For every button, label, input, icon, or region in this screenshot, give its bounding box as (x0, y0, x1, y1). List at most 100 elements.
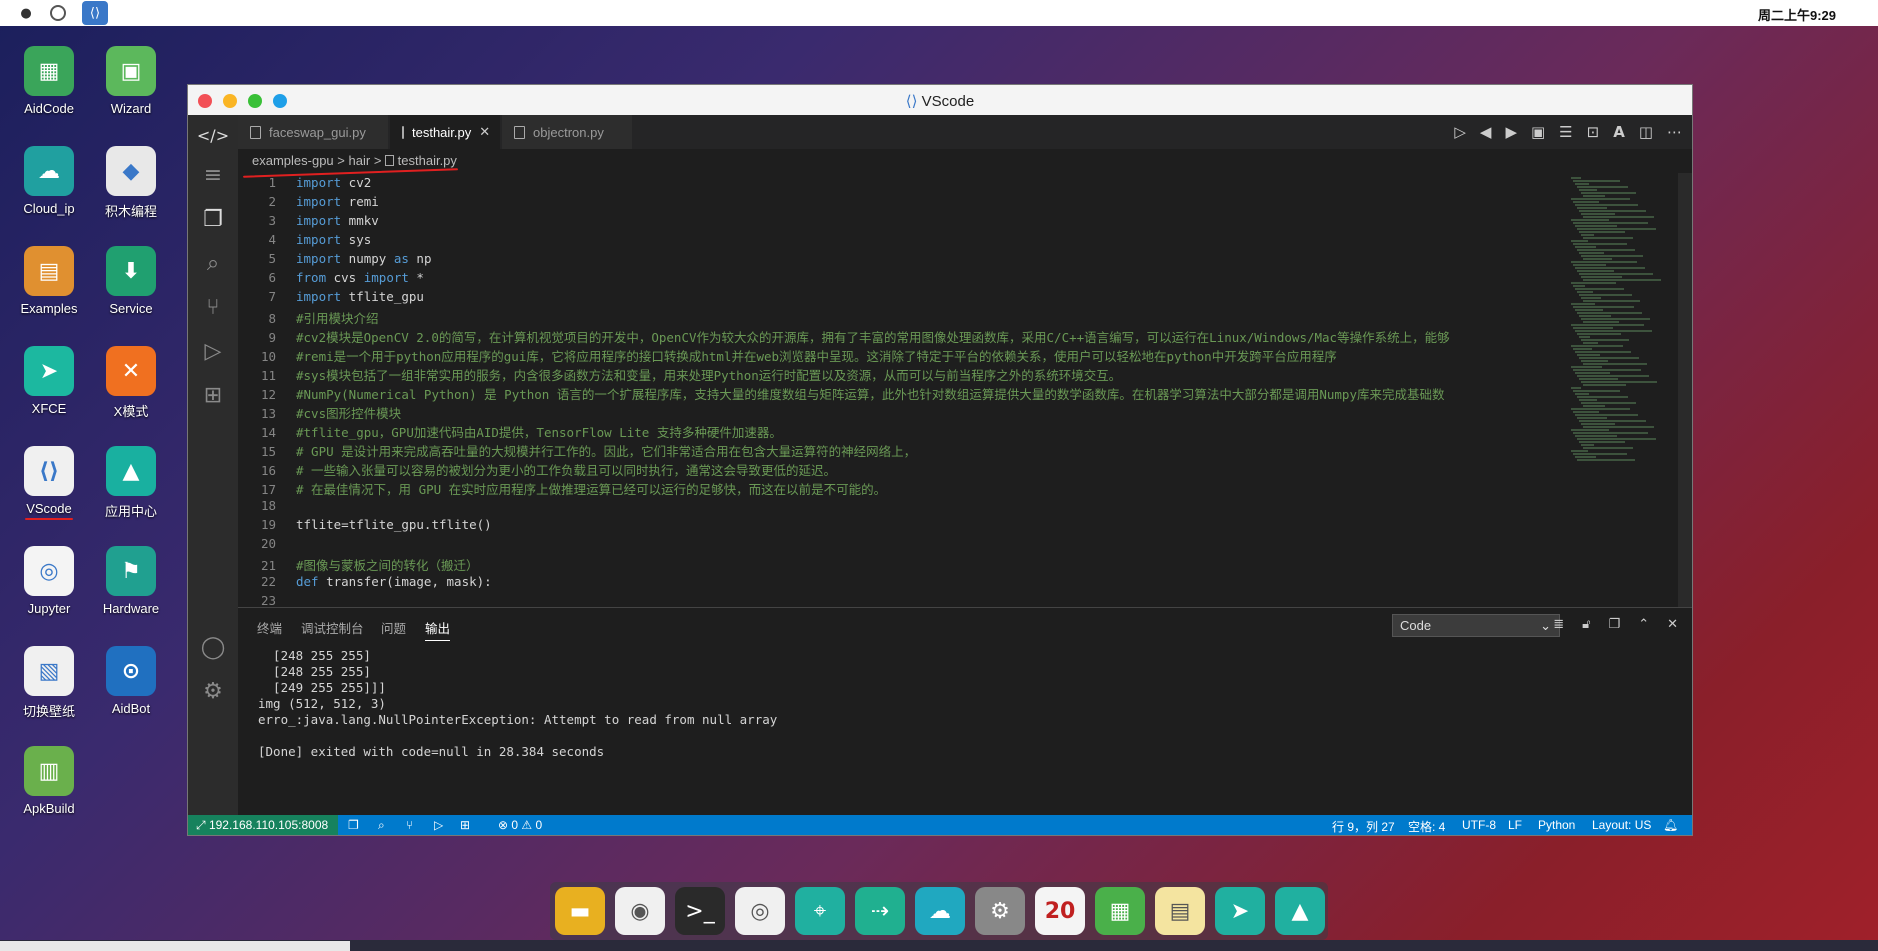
dock-settings-icon[interactable]: ⚙ (975, 887, 1025, 935)
previous-icon[interactable]: ◀ (1480, 123, 1492, 141)
close-panel-icon[interactable]: ✕ (1667, 617, 1678, 632)
language-mode[interactable]: Python (1538, 818, 1575, 832)
panel-tab-output[interactable]: 输出 (425, 618, 451, 641)
keyboard-layout[interactable]: Layout: US (1592, 818, 1651, 832)
breadcrumb-folder-examples[interactable]: examples-gpu (252, 153, 334, 168)
code-line[interactable]: 12 #NumPy(Numerical Python) 是 Python 语言的一… (238, 384, 1445, 403)
tab-testhair[interactable]: testhair.py ✕ (390, 115, 500, 149)
title-bar[interactable]: ⟨⟩ VScode (188, 85, 1692, 115)
dock-terminal-icon[interactable]: >_ (675, 887, 725, 935)
desktop-icon-aidbot[interactable]: ⊙ AidBot (81, 646, 181, 716)
code-line[interactable]: 8 #引用模块介绍 (238, 308, 378, 327)
source-control-icon[interactable]: ⑂ (188, 287, 238, 327)
desktop-icon-wizard[interactable]: ▣ Wizard (81, 46, 181, 116)
problems-indicator[interactable]: ⊗ 0 ⚠ 0 (498, 818, 542, 832)
breadcrumb-folder-hair[interactable]: hair (349, 153, 371, 168)
panel-tab-problems[interactable]: 问题 (381, 618, 406, 637)
code-line[interactable]: 23 (238, 593, 296, 607)
source-control-icon[interactable]: ⑂ (406, 818, 413, 832)
code-line[interactable]: 6 from cvs import * (238, 270, 424, 289)
code-line[interactable]: 5 import numpy as np (238, 251, 431, 270)
notifications-icon[interactable]: 🔔︎ (1663, 818, 1678, 832)
run-debug-icon[interactable]: ▷ (188, 331, 238, 371)
dock-appcenter-icon[interactable]: ▲ (1275, 887, 1325, 935)
code-line[interactable]: 1 import cv2 (238, 175, 371, 194)
desktop-icon--[interactable]: ◆ 积木编程 (81, 146, 181, 220)
panel-tab-debug-console[interactable]: 调试控制台 (301, 618, 364, 637)
extensions-icon[interactable]: ⊞ (188, 375, 238, 415)
desktop-icon-apkbuild[interactable]: ▥ ApkBuild (0, 746, 99, 816)
run-debug-icon[interactable]: ▷ (434, 818, 443, 832)
code-line[interactable]: 15 # GPU 是设计用来完成高吞吐量的大规模并行工作的。因此，它们非常适合用在… (238, 441, 916, 460)
explorer-icon[interactable]: ❐ (348, 818, 359, 832)
menu-icon[interactable]: ● (16, 3, 36, 23)
end-of-line[interactable]: LF (1508, 818, 1522, 832)
code-line[interactable]: 14 #tflite_gpu，GPU加速代码由AID提供，TensorFlow L… (238, 422, 782, 441)
next-icon[interactable]: ▶ (1505, 123, 1517, 141)
code-line[interactable]: 13 #cvs图形控件模块 (238, 403, 401, 422)
code-line[interactable]: 20 (238, 536, 296, 555)
code-line[interactable]: 7 import tflite_gpu (238, 289, 423, 308)
dock-wizard-icon[interactable]: ▦ (1095, 887, 1145, 935)
cursor-position[interactable]: 行 9，列 27 (1332, 818, 1395, 835)
close-tab-icon[interactable]: ✕ (479, 124, 490, 140)
open-editor-icon[interactable]: ❐ (1609, 617, 1621, 632)
font-icon[interactable]: A (1613, 123, 1625, 141)
code-line[interactable]: 10 #remi是一个用于python应用程序的gui库，它将应用程序的接口转换成… (238, 346, 1337, 365)
code-line[interactable]: 4 import sys (238, 232, 371, 251)
dock-files-icon[interactable]: ▬ (555, 887, 605, 935)
terminal-icon[interactable]: ⊡ (1587, 123, 1600, 141)
dock-cloud-icon[interactable]: ☁ (915, 887, 965, 935)
output-channel-select[interactable]: Code ⌄ (1392, 614, 1560, 637)
code-line[interactable]: 16 # 一些输入张量可以容易的被划分为更小的工作负载且可以同时执行，通常这会导致… (238, 460, 836, 479)
account-icon[interactable]: ◯ (188, 627, 238, 667)
list-icon[interactable]: ☰ (1559, 123, 1572, 141)
encoding[interactable]: UTF-8 (1462, 818, 1496, 832)
desktop-icon--[interactable]: ▲ 应用中心 (81, 446, 181, 520)
settings-gear-icon[interactable]: ⚙ (188, 671, 238, 711)
vscode-taskbar-icon[interactable]: ⟨⟩ (82, 1, 108, 25)
desktop-icon-service[interactable]: ⬇ Service (81, 246, 181, 316)
save-icon[interactable]: ▣ (1531, 123, 1545, 141)
panel-tab-terminal[interactable]: 终端 (257, 618, 282, 637)
extensions-icon[interactable]: ⊞ (460, 818, 470, 832)
tab-objectron[interactable]: objectron.py (502, 115, 632, 149)
dock-calendar-icon[interactable]: 20 (1035, 887, 1085, 935)
desktop-icon-x-[interactable]: ✕ X模式 (81, 346, 181, 420)
vscode-logo-icon[interactable]: </> (188, 115, 238, 155)
hamburger-menu-icon[interactable]: ≡ (188, 155, 238, 195)
browser-icon[interactable] (50, 5, 66, 21)
dock-maps-icon[interactable]: ⌖ (795, 887, 845, 935)
editor-scrollbar[interactable] (1678, 173, 1692, 607)
code-line[interactable]: 11 #sys模块包括了一组非常实用的服务，内含很多函数方法和变量，用来处理Pyt… (238, 365, 1121, 384)
breadcrumb-file[interactable]: testhair.py (398, 153, 457, 168)
explorer-icon[interactable]: ❐ (188, 199, 238, 239)
maximize-panel-icon[interactable]: ⌃ (1638, 617, 1649, 632)
indentation[interactable]: 空格: 4 (1408, 818, 1445, 835)
split-editor-icon[interactable]: ◫ (1639, 123, 1653, 141)
minimap[interactable] (1563, 173, 1673, 607)
desktop-icon-hardware[interactable]: ⚑ Hardware (81, 546, 181, 616)
remote-indicator[interactable]: ⤢ 192.168.110.105:8008 (188, 815, 338, 835)
code-line[interactable]: 22 def transfer(image, mask): (238, 574, 492, 593)
lock-icon[interactable]: 🔓︎ (1582, 617, 1590, 632)
code-line[interactable]: 2 import remi (238, 194, 378, 213)
code-line[interactable]: 19 tflite=tflite_gpu.tflite() (238, 517, 492, 536)
code-line[interactable]: 17 # 在最佳情况下，用 GPU 在实时应用程序上做推理运算已经可以运行的足够快… (238, 479, 886, 498)
run-icon[interactable]: ▷ (1454, 123, 1466, 141)
dock-notes-icon[interactable]: ▤ (1155, 887, 1205, 935)
taskbar-search[interactable] (0, 941, 350, 951)
dock-xfce-icon[interactable]: ➤ (1215, 887, 1265, 935)
code-line[interactable]: 9 #cv2模块是OpenCV 2.0的简写，在计算机视觉项目的开发中，OpenC… (238, 327, 1449, 346)
code-line[interactable]: 21 #图像与蒙板之间的转化（搬迁） (238, 555, 479, 574)
code-line[interactable]: 3 import mmkv (238, 213, 378, 232)
search-icon[interactable]: ⌕ (378, 818, 385, 833)
more-icon[interactable]: ⋯ (1667, 123, 1682, 141)
dock-export-icon[interactable]: ⇢ (855, 887, 905, 935)
tab-faceswap[interactable]: faceswap_gui.py (238, 115, 388, 149)
code-line[interactable]: 18 (238, 498, 296, 517)
clear-output-icon[interactable]: ≣ (1553, 617, 1564, 632)
clock[interactable]: 周二上午9:29 (1758, 5, 1836, 24)
dock-browser-icon[interactable]: ◎ (735, 887, 785, 935)
search-icon[interactable]: ⌕ (188, 243, 238, 283)
